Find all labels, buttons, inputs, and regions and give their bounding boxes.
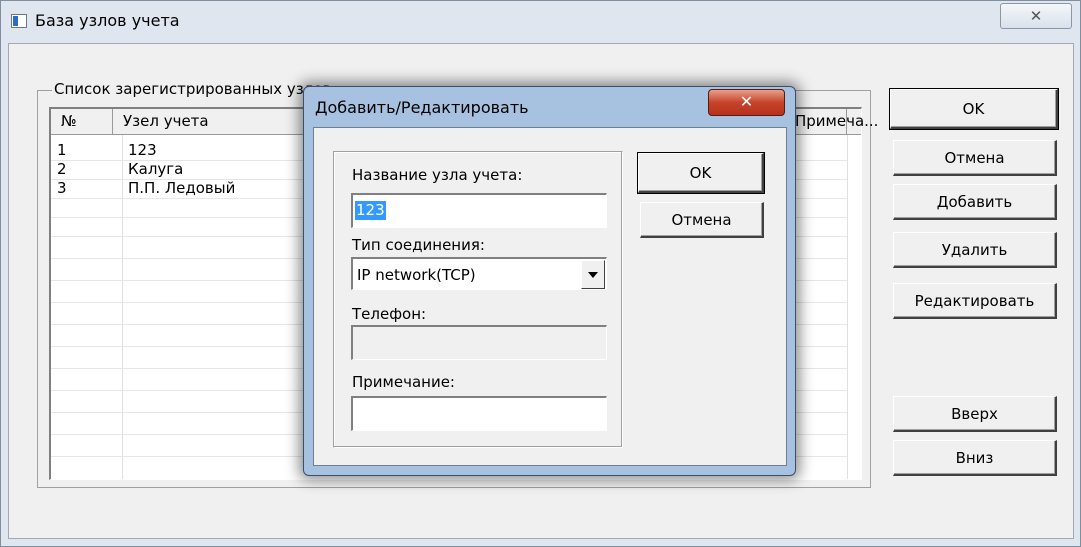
column-header-number[interactable]: № — [51, 109, 113, 134]
ok-button[interactable]: OK — [889, 88, 1059, 130]
delete-button[interactable]: Удалить — [893, 232, 1057, 268]
connection-type-select[interactable]: IP network(TCP) — [351, 257, 607, 290]
note-field[interactable] — [351, 396, 607, 431]
chevron-down-icon[interactable] — [581, 260, 605, 289]
dialog-ok-button[interactable]: OK — [637, 152, 765, 194]
app-icon — [11, 14, 27, 28]
main-window-title: База узлов учета — [35, 11, 180, 30]
node-name-value: 123 — [355, 201, 386, 220]
node-name-field[interactable]: 123 — [351, 193, 607, 228]
row-node-name: П.П. Ледовый — [128, 179, 236, 197]
row-number: 1 — [57, 141, 67, 159]
dialog-cancel-button[interactable]: Отмена — [640, 202, 764, 238]
connection-type-label: Тип соединения: — [352, 236, 485, 254]
edit-button[interactable]: Редактировать — [893, 283, 1057, 319]
column-header-note[interactable]: Примеча... — [793, 109, 878, 134]
dialog-title: Добавить/Редактировать — [315, 98, 529, 117]
cancel-button[interactable]: Отмена — [893, 140, 1057, 176]
row-number: 3 — [57, 179, 67, 197]
group-label: Список зарегистрированных узлов — [52, 80, 334, 98]
phone-label: Телефон: — [352, 305, 427, 323]
add-button[interactable]: Добавить — [893, 184, 1057, 220]
node-name-label: Название узла учета: — [352, 166, 523, 184]
move-up-button[interactable]: Вверх — [893, 396, 1057, 432]
note-label: Примечание: — [352, 373, 455, 391]
row-node-name: Калуга — [128, 160, 184, 178]
connection-type-value: IP network(TCP) — [357, 266, 476, 284]
main-close-button[interactable]: ✕ — [1000, 3, 1072, 29]
dialog-close-button[interactable]: ✕ — [708, 89, 785, 116]
column-divider — [847, 135, 848, 479]
phone-field — [351, 325, 607, 360]
main-title-bar: База узлов учета ✕ — [1, 1, 1080, 43]
row-node-name: 123 — [128, 141, 157, 159]
row-number: 2 — [57, 160, 67, 178]
move-down-button[interactable]: Вниз — [893, 440, 1057, 476]
